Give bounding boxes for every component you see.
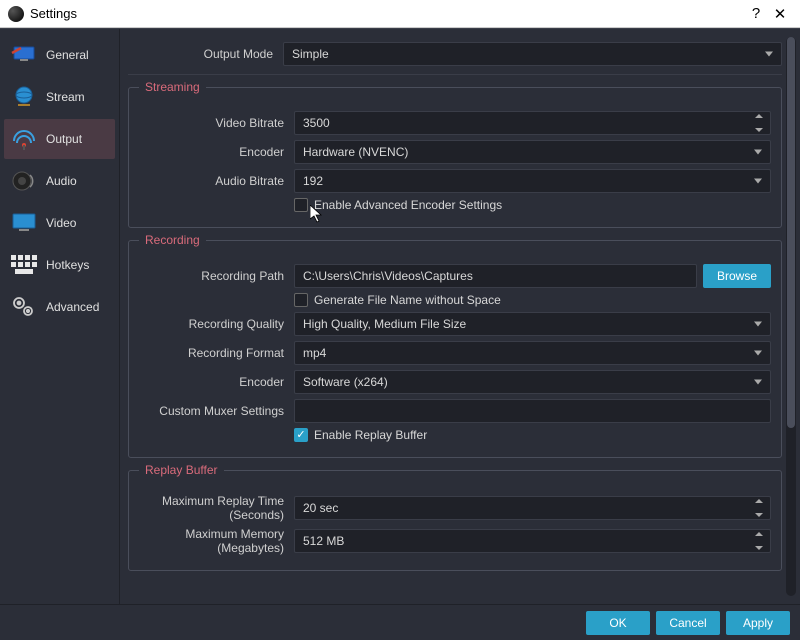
sidebar-item-label: Video <box>46 216 76 230</box>
sidebar: General Stream Output Audio Video <box>0 29 120 604</box>
recording-path-label: Recording Path <box>139 269 294 283</box>
display-icon <box>10 211 38 235</box>
output-mode-select[interactable]: Simple <box>283 42 782 66</box>
audio-bitrate-label: Audio Bitrate <box>139 174 294 188</box>
video-bitrate-label: Video Bitrate <box>139 116 294 130</box>
chevron-up-icon[interactable] <box>755 114 763 118</box>
apply-button[interactable]: Apply <box>726 611 790 635</box>
recording-quality-label: Recording Quality <box>139 317 294 331</box>
chevron-down-icon[interactable] <box>755 128 763 132</box>
sidebar-item-audio[interactable]: Audio <box>4 161 115 201</box>
replay-buffer-checkbox[interactable] <box>294 428 308 442</box>
chevron-down-icon[interactable] <box>755 546 763 550</box>
close-button[interactable]: ✕ <box>768 5 792 23</box>
speaker-icon <box>10 169 38 193</box>
advanced-encoder-checkbox-label: Enable Advanced Encoder Settings <box>314 198 502 212</box>
monitor-icon <box>10 43 38 67</box>
recording-encoder-label: Encoder <box>139 375 294 389</box>
sidebar-item-label: Output <box>46 132 82 146</box>
keyboard-icon <box>10 253 38 277</box>
window-title: Settings <box>30 6 744 21</box>
video-bitrate-spinbox[interactable]: 3500 <box>294 111 771 135</box>
sidebar-item-label: General <box>46 48 89 62</box>
streaming-group: Streaming Video Bitrate 3500 Encoder Har… <box>128 87 782 228</box>
max-replay-time-label: Maximum Replay Time (Seconds) <box>139 494 294 522</box>
recording-group: Recording Recording Path C:\Users\Chris\… <box>128 240 782 458</box>
muxer-label: Custom Muxer Settings <box>139 404 294 418</box>
replay-buffer-group-title: Replay Buffer <box>139 463 224 477</box>
gears-icon <box>10 295 38 319</box>
sidebar-item-stream[interactable]: Stream <box>4 77 115 117</box>
dialog-footer: OK Cancel Apply <box>0 604 800 640</box>
streaming-group-title: Streaming <box>139 80 206 94</box>
nospace-checkbox-label: Generate File Name without Space <box>314 293 501 307</box>
streaming-encoder-label: Encoder <box>139 145 294 159</box>
advanced-encoder-checkbox[interactable] <box>294 198 308 212</box>
recording-format-label: Recording Format <box>139 346 294 360</box>
app-icon <box>8 6 24 22</box>
sidebar-item-label: Stream <box>46 90 85 104</box>
streaming-encoder-select[interactable]: Hardware (NVENC) <box>294 140 771 164</box>
broadcast-icon <box>10 127 38 151</box>
sidebar-item-label: Advanced <box>46 300 99 314</box>
max-memory-spinbox[interactable]: 512 MB <box>294 529 771 553</box>
settings-panel: Output Mode Simple Streaming Video Bitra… <box>120 29 800 604</box>
globe-icon <box>10 85 38 109</box>
chevron-up-icon[interactable] <box>755 532 763 536</box>
replay-buffer-checkbox-label: Enable Replay Buffer <box>314 428 427 442</box>
sidebar-item-advanced[interactable]: Advanced <box>4 287 115 327</box>
recording-quality-select[interactable]: High Quality, Medium File Size <box>294 312 771 336</box>
help-button[interactable]: ? <box>744 5 768 22</box>
sidebar-item-label: Hotkeys <box>46 258 89 272</box>
divider <box>128 74 782 75</box>
recording-format-select[interactable]: mp4 <box>294 341 771 365</box>
sidebar-item-output[interactable]: Output <box>4 119 115 159</box>
scrollbar[interactable] <box>786 37 796 596</box>
recording-group-title: Recording <box>139 233 206 247</box>
titlebar: Settings ? ✕ <box>0 0 800 28</box>
audio-bitrate-select[interactable]: 192 <box>294 169 771 193</box>
output-mode-label: Output Mode <box>128 47 283 61</box>
recording-path-input[interactable]: C:\Users\Chris\Videos\Captures <box>294 264 697 288</box>
sidebar-item-label: Audio <box>46 174 77 188</box>
ok-button[interactable]: OK <box>586 611 650 635</box>
sidebar-item-hotkeys[interactable]: Hotkeys <box>4 245 115 285</box>
browse-button[interactable]: Browse <box>703 264 771 288</box>
sidebar-item-general[interactable]: General <box>4 35 115 75</box>
cancel-button[interactable]: Cancel <box>656 611 720 635</box>
max-replay-time-spinbox[interactable]: 20 sec <box>294 496 771 520</box>
max-memory-label: Maximum Memory (Megabytes) <box>139 527 294 555</box>
chevron-up-icon[interactable] <box>755 499 763 503</box>
recording-encoder-select[interactable]: Software (x264) <box>294 370 771 394</box>
chevron-down-icon[interactable] <box>755 513 763 517</box>
replay-buffer-group: Replay Buffer Maximum Replay Time (Secon… <box>128 470 782 571</box>
scrollbar-thumb[interactable] <box>787 37 795 428</box>
nospace-checkbox[interactable] <box>294 293 308 307</box>
sidebar-item-video[interactable]: Video <box>4 203 115 243</box>
muxer-input[interactable] <box>294 399 771 423</box>
